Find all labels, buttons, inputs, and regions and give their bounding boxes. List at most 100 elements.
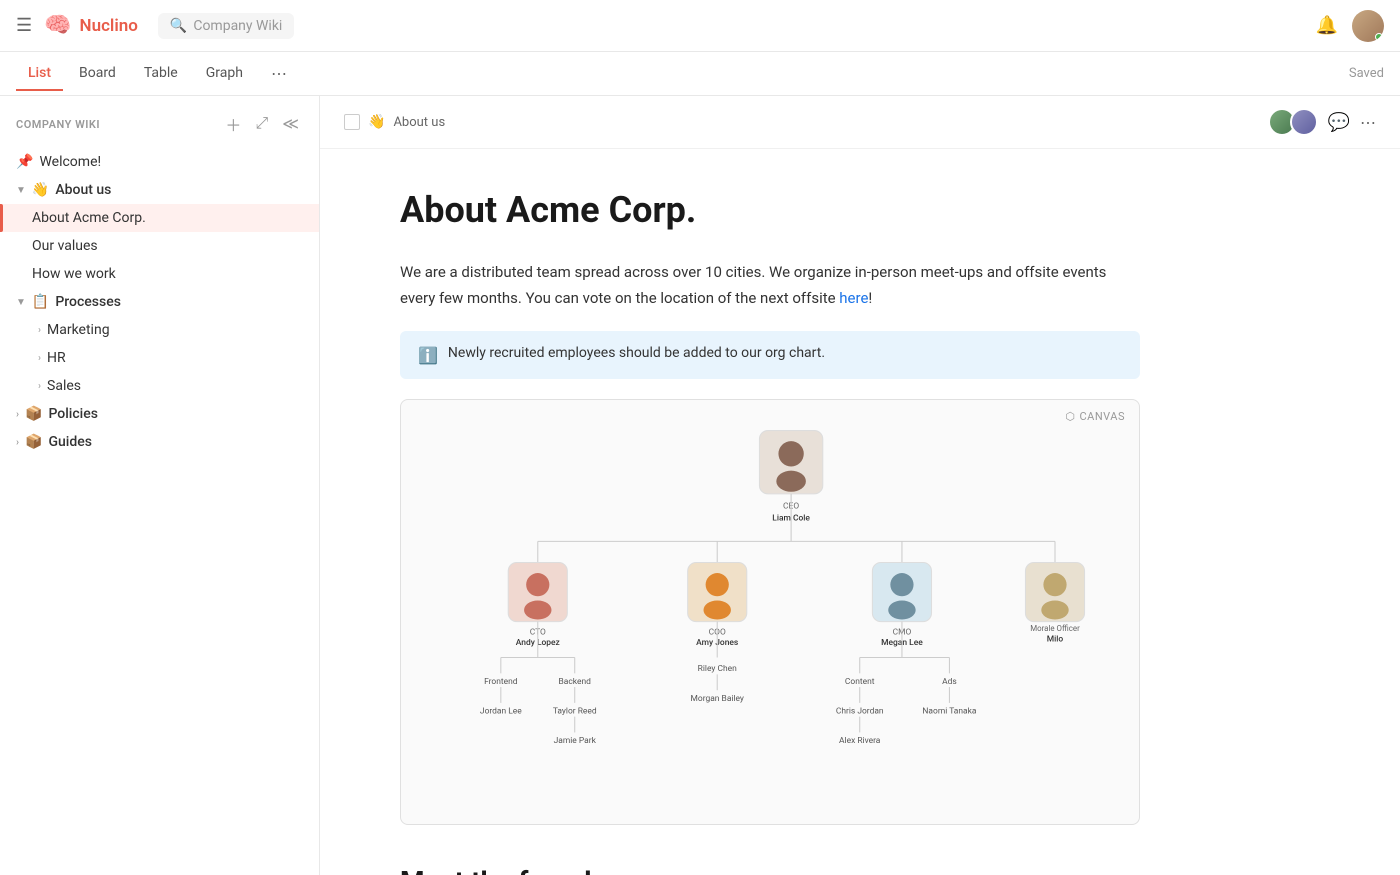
info-text: Newly recruited employees should be adde…: [448, 345, 825, 361]
sidebar-section-policies[interactable]: › 📦 Policies: [0, 400, 319, 428]
svg-text:Chris Jordan: Chris Jordan: [836, 707, 884, 717]
sidebar-item-label: Welcome!: [39, 154, 283, 170]
logo[interactable]: 🧠 Nuclino: [44, 13, 138, 38]
guides-emoji: 📦: [25, 434, 42, 450]
hamburger-icon[interactable]: ☰: [16, 15, 32, 36]
chevron-right-icon: ›: [38, 381, 41, 392]
content-header-actions: 💬 ⋯: [1268, 108, 1376, 136]
sidebar-item-label: Our values: [32, 238, 283, 254]
chevron-right-icon: ›: [16, 437, 19, 448]
sidebar-actions: ＋ ⤢ ≪: [221, 110, 303, 138]
tab-graph[interactable]: Graph: [194, 57, 255, 91]
section-label: Policies: [48, 406, 98, 422]
sidebar-section-guides[interactable]: › 📦 Guides: [0, 428, 319, 456]
meet-section: Meet the founder: [400, 865, 1140, 875]
add-item-button[interactable]: ＋: [221, 110, 245, 138]
sidebar-item-label: About Acme Corp.: [32, 210, 283, 226]
svg-text:Jordan Lee: Jordan Lee: [480, 707, 522, 717]
search-bar[interactable]: 🔍 Company Wiki: [158, 13, 294, 39]
svg-text:Naomi Tanaka: Naomi Tanaka: [922, 707, 976, 717]
canvas-icon: ⬡: [1065, 410, 1075, 423]
sidebar-item-label: Marketing: [47, 322, 110, 338]
bell-icon[interactable]: 🔔: [1316, 15, 1338, 36]
tab-table[interactable]: Table: [132, 57, 190, 91]
chevron-down-icon: ▼: [16, 297, 26, 308]
chevron-down-icon: ▼: [16, 185, 26, 196]
sidebar-item-label: Sales: [47, 378, 81, 394]
canvas-label: ⬡ CANVAS: [1065, 410, 1125, 423]
search-text: Company Wiki: [193, 18, 282, 34]
collaborators: [1268, 108, 1318, 136]
document-body: We are a distributed team spread across …: [400, 260, 1140, 311]
svg-text:Backend: Backend: [559, 677, 592, 687]
sidebar: COMPANY WIKI ＋ ⤢ ≪ 📌 Welcome! ▼ 👋 About …: [0, 96, 320, 875]
content-header: 👋 About us 💬 ⋯: [320, 96, 1400, 149]
tab-more-icon[interactable]: ⋯: [263, 56, 295, 91]
saved-label: Saved: [1349, 66, 1384, 81]
canvas-text: CANVAS: [1080, 410, 1126, 423]
here-link[interactable]: here: [839, 289, 868, 307]
more-options-icon[interactable]: ⋯: [1360, 113, 1376, 132]
sidebar-title: COMPANY WIKI: [16, 118, 213, 131]
content-area: 👋 About us 💬 ⋯ About Acme Corp. We are a…: [320, 96, 1400, 875]
morale-node: Morale Officer Milo: [1025, 563, 1084, 645]
main-layout: COMPANY WIKI ＋ ⤢ ≪ 📌 Welcome! ▼ 👋 About …: [0, 96, 1400, 875]
about-us-emoji: 👋: [32, 182, 49, 198]
tab-bar: List Board Table Graph ⋯ Saved: [0, 52, 1400, 96]
processes-emoji: 📋: [32, 294, 49, 310]
section-label: Guides: [48, 434, 91, 450]
info-icon: ℹ️: [418, 346, 438, 365]
pin-icon: 📌: [16, 154, 33, 170]
tab-list[interactable]: List: [16, 57, 63, 91]
sidebar-item-sales[interactable]: › Sales: [0, 372, 319, 400]
document-content: About Acme Corp. We are a distributed te…: [320, 149, 1220, 875]
search-icon: 🔍: [170, 18, 187, 34]
svg-text:Frontend: Frontend: [484, 677, 518, 687]
sidebar-item-hr[interactable]: › HR: [0, 344, 319, 372]
sidebar-item-welcome[interactable]: 📌 Welcome!: [0, 148, 319, 176]
svg-text:Morgan Bailey: Morgan Bailey: [691, 694, 744, 704]
top-bar-right: 🔔: [1316, 10, 1384, 42]
expand-button[interactable]: ⤢: [251, 113, 272, 135]
breadcrumb: 👋 About us: [344, 114, 445, 130]
section-label: About us: [55, 182, 111, 198]
collaborator-avatar-2: [1290, 108, 1318, 136]
breadcrumb-checkbox[interactable]: [344, 114, 360, 130]
sidebar-section-about-us[interactable]: ▼ 👋 About us: [0, 176, 319, 204]
sidebar-item-how-we-work[interactable]: How we work: [0, 260, 319, 288]
top-bar: ☰ 🧠 Nuclino 🔍 Company Wiki 🔔: [0, 0, 1400, 52]
svg-text:Riley Chen: Riley Chen: [698, 664, 737, 674]
user-avatar[interactable]: [1352, 10, 1384, 42]
svg-text:Jamie Park: Jamie Park: [554, 736, 597, 746]
body-text-2: !: [868, 289, 872, 307]
body-text-1: We are a distributed team spread across …: [400, 263, 1106, 307]
sidebar-item-label: HR: [47, 350, 66, 366]
online-indicator: [1375, 33, 1383, 41]
chevron-right-icon: ›: [38, 353, 41, 364]
collapse-button[interactable]: ≪: [278, 112, 303, 136]
sidebar-section-processes[interactable]: ▼ 📋 Processes: [0, 288, 319, 316]
chevron-right-icon: ›: [38, 325, 41, 336]
sidebar-item-marketing[interactable]: › Marketing: [0, 316, 319, 344]
info-box: ℹ️ Newly recruited employees should be a…: [400, 331, 1140, 379]
policies-emoji: 📦: [25, 406, 42, 422]
brain-icon: 🧠: [44, 13, 71, 38]
breadcrumb-emoji: 👋: [368, 114, 385, 130]
svg-text:Content: Content: [845, 677, 875, 687]
sidebar-item-our-values[interactable]: Our values: [0, 232, 319, 260]
comment-icon[interactable]: 💬: [1328, 112, 1350, 133]
canvas-container[interactable]: ⬡ CANVAS CEO Liam Cole: [400, 399, 1140, 825]
meet-title: Meet the founder: [400, 865, 1140, 875]
svg-text:Milo: Milo: [1047, 635, 1064, 645]
sidebar-item-label: How we work: [32, 266, 283, 282]
sidebar-item-about-acme[interactable]: About Acme Corp.: [0, 204, 319, 232]
section-label: Processes: [55, 294, 121, 310]
svg-text:Taylor Reed: Taylor Reed: [553, 707, 597, 717]
chevron-right-icon: ›: [16, 409, 19, 420]
sidebar-header: COMPANY WIKI ＋ ⤢ ≪: [0, 96, 319, 148]
tab-board[interactable]: Board: [67, 57, 128, 91]
app-name: Nuclino: [80, 16, 138, 36]
svg-text:Ads: Ads: [942, 677, 957, 687]
breadcrumb-text: About us: [393, 115, 445, 130]
svg-text:Alex Rivera: Alex Rivera: [839, 736, 881, 746]
